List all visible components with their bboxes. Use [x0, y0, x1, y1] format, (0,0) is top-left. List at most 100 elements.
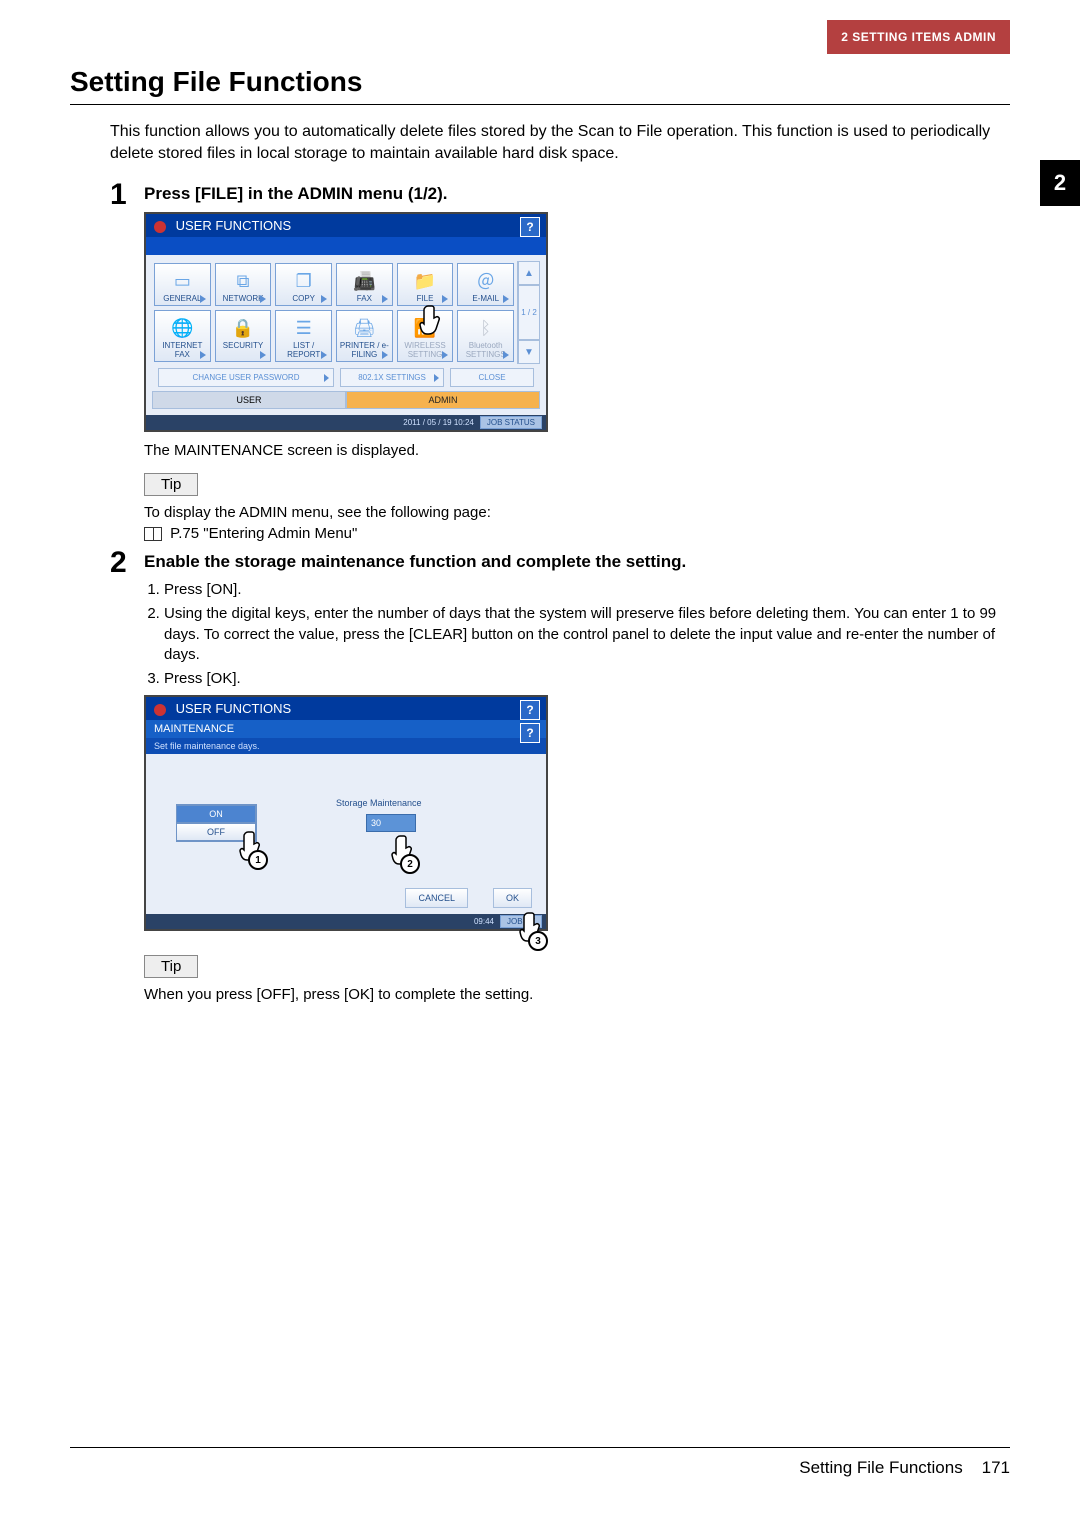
- tile-label: FAX: [357, 294, 372, 303]
- tile-label: NETWORK: [223, 294, 264, 303]
- substep-1: Press [ON].: [164, 580, 1010, 600]
- tile-fax[interactable]: 📠 FAX: [336, 263, 393, 306]
- screen-title-bar: USER FUNCTIONS ?: [146, 214, 546, 237]
- wireless-icon: 📶: [414, 318, 436, 339]
- change-password-button[interactable]: CHANGE USER PASSWORD: [158, 368, 334, 387]
- fax-icon: 📠: [353, 271, 375, 292]
- tile-row-2: 🌐 INTERNET FAX 🔒 SECURITY ☰ LIST / REPOR…: [152, 308, 516, 364]
- scroll-column: ▲ 1 / 2 ▼: [517, 261, 540, 364]
- tile-email[interactable]: ＠ E-MAIL: [457, 263, 514, 306]
- toolbar-spacer: [146, 237, 546, 255]
- tile-label: Bluetooth SETTINGS: [466, 341, 506, 359]
- header: 2 SETTING ITEMS ADMIN: [70, 20, 1010, 54]
- general-icon: ▭: [174, 271, 191, 292]
- step-2-substeps: Press [ON]. Using the digital keys, ente…: [144, 580, 1010, 689]
- copy-icon: ❐: [296, 271, 312, 292]
- 8021x-settings-button[interactable]: 802.1X SETTINGS: [340, 368, 444, 387]
- footer: Setting File Functions 171: [70, 1447, 1010, 1478]
- page-indicator: 1 / 2: [518, 285, 540, 340]
- screen-maintenance: USER FUNCTIONS ? MAINTENANCE ? Set file …: [144, 695, 548, 931]
- tile-label: E-MAIL: [472, 294, 499, 303]
- timestamp: 2011 / 05 / 19 10:24: [403, 418, 474, 427]
- network-icon: ⧉: [237, 271, 250, 292]
- tabs-row: USER ADMIN: [152, 391, 540, 409]
- tile-label: INTERNET FAX: [162, 341, 202, 359]
- job-status-button[interactable]: JOB STATUS: [480, 416, 542, 429]
- tip-text: When you press [OFF], press [OK] to comp…: [144, 986, 1010, 1003]
- book-icon: [144, 527, 162, 541]
- substep-2: Using the digital keys, enter the number…: [164, 604, 1010, 665]
- off-button[interactable]: OFF: [176, 823, 256, 841]
- tile-network[interactable]: ⧉ NETWORK: [215, 263, 272, 306]
- substep-3: Press [OK].: [164, 669, 1010, 689]
- side-tab: 2: [1040, 160, 1080, 206]
- tip-line-1: To display the ADMIN menu, see the follo…: [144, 504, 1010, 521]
- tile-wireless[interactable]: 📶 WIRELESS SETTING: [397, 310, 454, 362]
- storage-maintenance-label: Storage Maintenance: [336, 798, 422, 808]
- status-dot-icon: [154, 221, 166, 233]
- title-rule: [70, 104, 1010, 105]
- tile-label: LIST / REPORT: [287, 341, 320, 359]
- tile-bluetooth[interactable]: ᛒ Bluetooth SETTINGS: [457, 310, 514, 362]
- help-button[interactable]: ?: [520, 217, 540, 237]
- button-label: 802.1X SETTINGS: [358, 373, 426, 382]
- tile-label: SECURITY: [223, 341, 263, 350]
- help-button[interactable]: ?: [520, 723, 540, 743]
- tile-internet-fax[interactable]: 🌐 INTERNET FAX: [154, 310, 211, 362]
- timestamp: 09:44: [474, 917, 494, 926]
- tile-list-report[interactable]: ☰ LIST / REPORT: [275, 310, 332, 362]
- button-label: CHANGE USER PASSWORD: [193, 373, 300, 382]
- email-icon: ＠: [477, 268, 495, 294]
- bluetooth-icon: ᛒ: [480, 318, 491, 339]
- tile-file[interactable]: 📁 FILE: [397, 263, 454, 306]
- security-icon: 🔒: [232, 318, 254, 339]
- tip-reference: P.75 "Entering Admin Menu": [144, 525, 1010, 542]
- ok-button[interactable]: OK: [493, 888, 532, 908]
- tile-label: COPY: [292, 294, 315, 303]
- tip-label: Tip: [144, 473, 198, 496]
- list-icon: ☰: [296, 318, 312, 339]
- instruction-bar: Set file maintenance days.: [146, 738, 546, 754]
- close-button[interactable]: CLOSE: [450, 368, 534, 387]
- tip-label: Tip: [144, 955, 198, 978]
- submenu-text: MAINTENANCE: [154, 723, 234, 735]
- page-title: Setting File Functions: [70, 66, 1010, 98]
- scroll-down-button[interactable]: ▼: [518, 340, 540, 364]
- step-number: 2: [110, 548, 144, 578]
- cancel-button[interactable]: CANCEL: [405, 888, 468, 908]
- tip-ref-text: P.75 "Entering Admin Menu": [170, 525, 357, 542]
- tile-row-1: ▭ GENERAL ⧉ NETWORK ❐ COPY: [152, 261, 516, 308]
- step-2: 2 Enable the storage maintenance functio…: [110, 548, 1010, 1003]
- ifax-icon: 🌐: [171, 318, 193, 339]
- status-bar: 09:44 JOB ST: [146, 914, 546, 929]
- tile-security[interactable]: 🔒 SECURITY: [215, 310, 272, 362]
- screen-title-text: USER FUNCTIONS: [176, 218, 292, 233]
- step-1-title: Press [FILE] in the ADMIN menu (1/2).: [144, 184, 1010, 204]
- tab-admin[interactable]: ADMIN: [346, 391, 540, 409]
- status-dot-icon: [154, 704, 166, 716]
- job-status-button[interactable]: JOB ST: [500, 915, 542, 928]
- days-input[interactable]: 30: [366, 814, 416, 832]
- tab-user[interactable]: USER: [152, 391, 346, 409]
- tile-label: WIRELESS SETTING: [404, 341, 445, 359]
- tile-printer-efiling[interactable]: 🖨 PRINTER / e-FILING: [336, 310, 393, 362]
- submenu-bar: MAINTENANCE ?: [146, 720, 546, 738]
- toggle-group: ON OFF: [176, 804, 257, 842]
- tile-copy[interactable]: ❐ COPY: [275, 263, 332, 306]
- pointer-hand-2-icon: 2: [390, 834, 422, 866]
- on-button[interactable]: ON: [176, 805, 256, 823]
- footer-title: Setting File Functions: [799, 1458, 962, 1477]
- status-bar: 2011 / 05 / 19 10:24 JOB STATUS: [146, 415, 546, 430]
- tile-label: FILE: [417, 294, 434, 303]
- help-button[interactable]: ?: [520, 700, 540, 720]
- tile-label: GENERAL: [163, 294, 201, 303]
- action-button-row: CHANGE USER PASSWORD 802.1X SETTINGS CLO…: [152, 364, 540, 391]
- section-label: 2 SETTING ITEMS ADMIN: [827, 20, 1010, 54]
- step-number: 1: [110, 180, 144, 210]
- tile-general[interactable]: ▭ GENERAL: [154, 263, 211, 306]
- intro-text: This function allows you to automaticall…: [110, 121, 1010, 164]
- button-label: CLOSE: [478, 373, 505, 382]
- printer-icon: 🖨: [353, 318, 376, 339]
- scroll-up-button[interactable]: ▲: [518, 261, 540, 285]
- screen-title-bar: USER FUNCTIONS ?: [146, 697, 546, 720]
